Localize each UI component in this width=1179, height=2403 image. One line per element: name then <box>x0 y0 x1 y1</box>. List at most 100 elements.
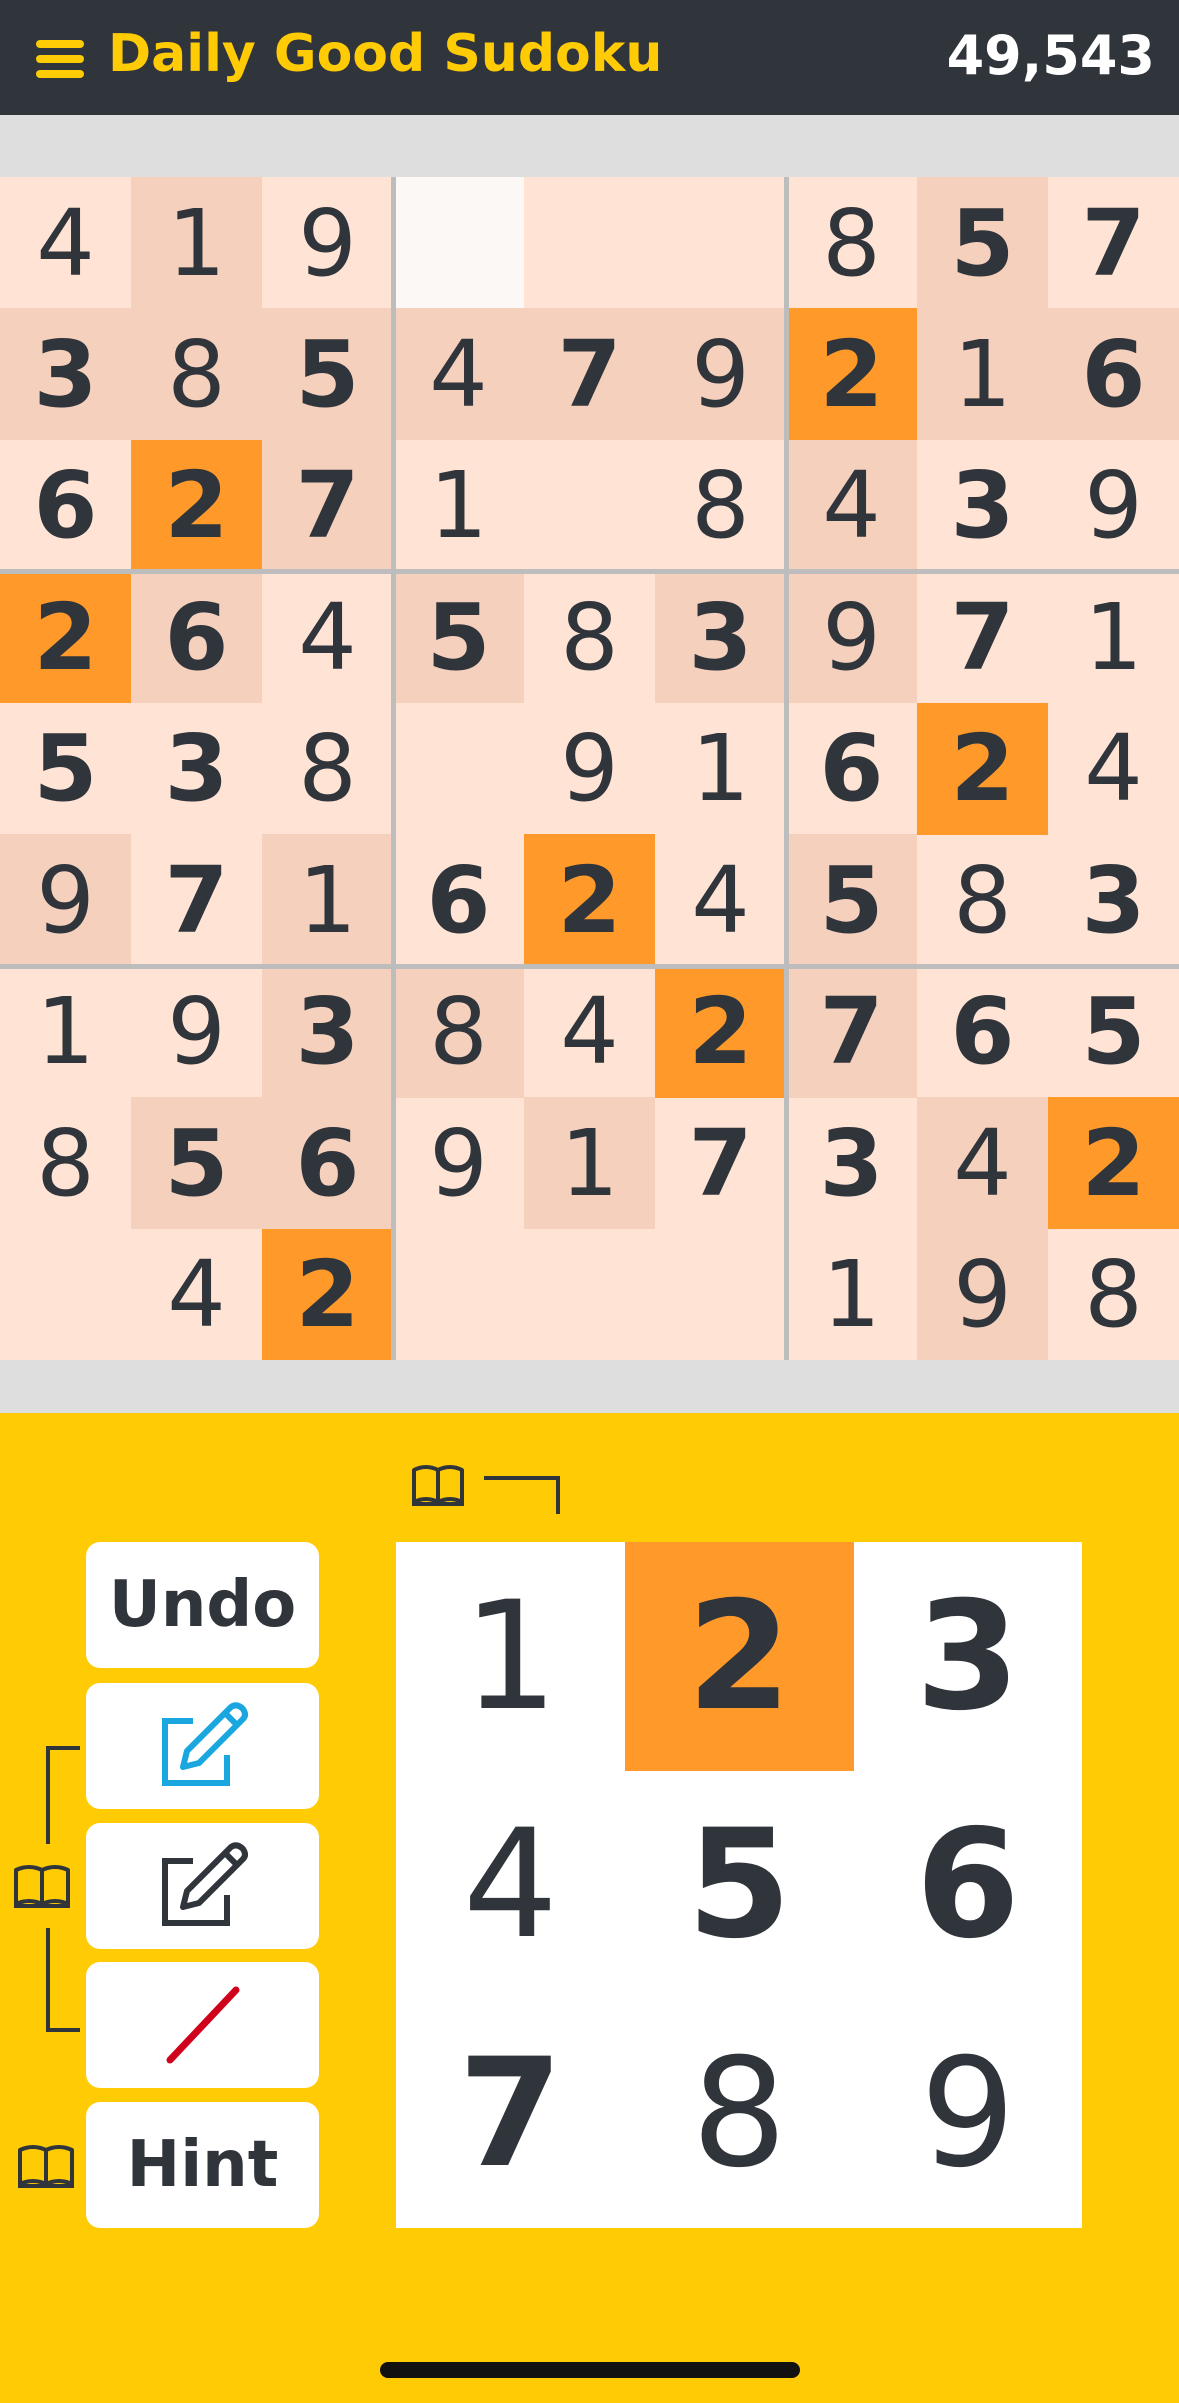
sudoku-cell[interactable]: 9 <box>393 1097 524 1229</box>
sudoku-cell[interactable]: 9 <box>0 834 131 967</box>
sudoku-cell[interactable]: 9 <box>524 703 655 835</box>
sudoku-cell[interactable]: 2 <box>1048 1097 1179 1230</box>
undo-button[interactable]: Undo <box>86 1542 319 1668</box>
sudoku-cell[interactable]: 1 <box>0 966 131 1098</box>
sudoku-cell[interactable]: 1 <box>393 440 524 572</box>
sudoku-cell[interactable]: 1 <box>262 834 393 967</box>
sudoku-cell[interactable]: 8 <box>524 571 655 703</box>
sudoku-cell[interactable]: 3 <box>1048 834 1179 966</box>
hint-button[interactable]: Hint <box>86 2102 319 2228</box>
sudoku-cell[interactable]: 2 <box>786 308 917 441</box>
sudoku-cell[interactable]: 2 <box>917 702 1048 835</box>
sudoku-cell[interactable] <box>393 703 524 835</box>
sudoku-cell[interactable]: 3 <box>917 440 1048 572</box>
sudoku-cell[interactable]: 8 <box>131 308 262 441</box>
sudoku-cell[interactable]: 8 <box>655 440 786 572</box>
numpad-key-7[interactable]: 7 <box>396 1999 625 2228</box>
numpad-key-2[interactable]: 2 <box>624 1542 854 1771</box>
menu-icon[interactable] <box>36 40 84 78</box>
sudoku-cell[interactable]: 1 <box>786 1229 917 1361</box>
sudoku-cell[interactable]: 4 <box>0 177 131 309</box>
numpad-key-9[interactable]: 9 <box>853 1999 1082 2228</box>
sudoku-cell[interactable]: 3 <box>655 571 786 704</box>
sudoku-board: 4198573854792166271843926458397153891624… <box>0 177 1179 1361</box>
sudoku-cell[interactable] <box>393 1229 524 1361</box>
numpad-key-1[interactable]: 1 <box>396 1542 625 1771</box>
sudoku-cell[interactable]: 1 <box>917 308 1048 441</box>
sudoku-cell[interactable]: 1 <box>655 703 786 835</box>
sudoku-cell[interactable]: 5 <box>1048 966 1179 1098</box>
sudoku-cell[interactable] <box>524 440 655 572</box>
sudoku-cell[interactable]: 5 <box>393 571 524 704</box>
sudoku-cell[interactable]: 2 <box>655 965 786 1098</box>
sudoku-cell[interactable]: 9 <box>262 177 393 309</box>
sudoku-cell[interactable]: 8 <box>0 1097 131 1229</box>
sudoku-cell[interactable]: 1 <box>1048 571 1179 703</box>
sudoku-cell[interactable]: 2 <box>131 439 262 572</box>
sudoku-cell[interactable] <box>524 1229 655 1361</box>
sudoku-cell[interactable]: 8 <box>1048 1229 1179 1361</box>
numpad-key-4[interactable]: 4 <box>396 1771 625 2000</box>
sudoku-cell[interactable]: 4 <box>524 966 655 1098</box>
sudoku-cell[interactable]: 7 <box>786 965 917 1098</box>
sudoku-cell[interactable]: 6 <box>786 703 917 835</box>
sudoku-cell[interactable]: 4 <box>393 308 524 441</box>
sudoku-cell[interactable]: 9 <box>917 1228 1048 1361</box>
sudoku-cell[interactable]: 2 <box>0 571 131 704</box>
sudoku-cell[interactable]: 4 <box>917 1097 1048 1230</box>
pencil-mode-button-active[interactable] <box>86 1683 319 1809</box>
sudoku-cell[interactable]: 6 <box>1048 308 1179 441</box>
sudoku-cell[interactable] <box>655 177 786 309</box>
sudoku-cell[interactable]: 8 <box>917 834 1048 966</box>
sudoku-cell[interactable]: 9 <box>1048 440 1179 572</box>
sudoku-cell[interactable]: 1 <box>524 1097 655 1230</box>
sudoku-cell[interactable]: 7 <box>655 1097 786 1229</box>
sudoku-cell[interactable]: 9 <box>655 308 786 441</box>
sudoku-cell[interactable]: 2 <box>524 834 655 967</box>
sudoku-cell[interactable]: 8 <box>393 965 524 1098</box>
sudoku-cell[interactable] <box>524 177 655 309</box>
sudoku-cell[interactable]: 4 <box>262 571 393 703</box>
numpad-key-6[interactable]: 6 <box>853 1771 1082 2000</box>
sudoku-cell[interactable]: 8 <box>786 177 917 309</box>
numpad-key-3[interactable]: 3 <box>853 1542 1082 1771</box>
sudoku-cell[interactable]: 6 <box>262 1097 393 1230</box>
sudoku-cell[interactable]: 6 <box>131 571 262 704</box>
sudoku-cell[interactable]: 5 <box>0 703 131 835</box>
sudoku-cell[interactable]: 7 <box>131 834 262 966</box>
numpad-key-8[interactable]: 8 <box>625 1999 854 2228</box>
sudoku-cell[interactable]: 4 <box>655 834 786 966</box>
app-title: Daily Good Sudoku <box>108 24 663 84</box>
sudoku-cell[interactable]: 6 <box>0 440 131 572</box>
sudoku-cell[interactable]: 6 <box>393 834 524 966</box>
sudoku-cell[interactable]: 9 <box>131 966 262 1098</box>
sudoku-cell[interactable]: 3 <box>786 1097 917 1229</box>
sudoku-cell[interactable]: 7 <box>917 571 1048 703</box>
eraser-button[interactable] <box>86 1962 319 2088</box>
sudoku-cell[interactable]: 1 <box>131 177 262 309</box>
sudoku-cell[interactable]: 8 <box>262 703 393 835</box>
sudoku-cell[interactable]: 7 <box>524 308 655 441</box>
sudoku-cell[interactable]: 9 <box>786 571 917 704</box>
sudoku-cell[interactable]: 3 <box>131 703 262 835</box>
sudoku-cell[interactable]: 4 <box>131 1229 262 1361</box>
sudoku-cell[interactable]: 7 <box>262 439 393 572</box>
sudoku-cell[interactable]: 5 <box>917 177 1048 309</box>
sudoku-cell[interactable]: 5 <box>131 1097 262 1230</box>
pen-mode-button[interactable] <box>86 1823 319 1949</box>
sudoku-cell[interactable]: 4 <box>786 439 917 572</box>
sudoku-cell[interactable]: 5 <box>262 308 393 441</box>
sudoku-cell[interactable]: 3 <box>0 308 131 441</box>
numpad-key-5[interactable]: 5 <box>625 1771 854 2000</box>
sudoku-cell[interactable]: 5 <box>786 834 917 967</box>
bottom-divider-strip <box>0 1360 1179 1413</box>
sudoku-cell[interactable]: 3 <box>262 965 393 1098</box>
tools-bracket-bottom <box>46 1928 80 2032</box>
sudoku-cell[interactable]: 4 <box>1048 703 1179 835</box>
sudoku-cell[interactable] <box>655 1229 786 1361</box>
sudoku-cell[interactable]: 6 <box>917 966 1048 1098</box>
sudoku-cell[interactable]: 2 <box>262 1228 393 1361</box>
sudoku-cell[interactable] <box>0 1229 131 1361</box>
sudoku-cell[interactable]: 7 <box>1048 177 1179 309</box>
sudoku-cell[interactable] <box>393 177 524 309</box>
